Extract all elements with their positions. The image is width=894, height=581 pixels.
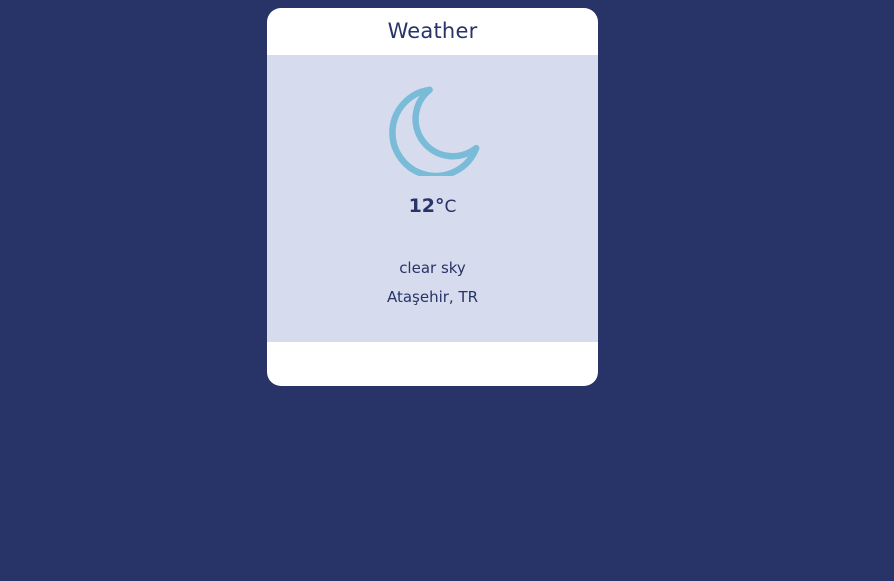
location-label: Ataşehir, TR xyxy=(386,288,479,306)
moon-icon xyxy=(389,86,480,176)
temperature-readout: 12°C xyxy=(267,195,598,217)
card-header: Weather xyxy=(267,8,598,55)
card-footer xyxy=(267,342,598,386)
weather-card: Weather 12°C clear sky Ataşehir, TR xyxy=(267,8,598,386)
temperature-value: 12° xyxy=(408,195,445,217)
weather-description: clear sky xyxy=(399,259,466,277)
temperature-unit: C xyxy=(444,197,457,217)
weather-panel: 12°C clear sky Ataşehir, TR xyxy=(267,55,598,342)
widget-title: Weather xyxy=(387,18,478,43)
